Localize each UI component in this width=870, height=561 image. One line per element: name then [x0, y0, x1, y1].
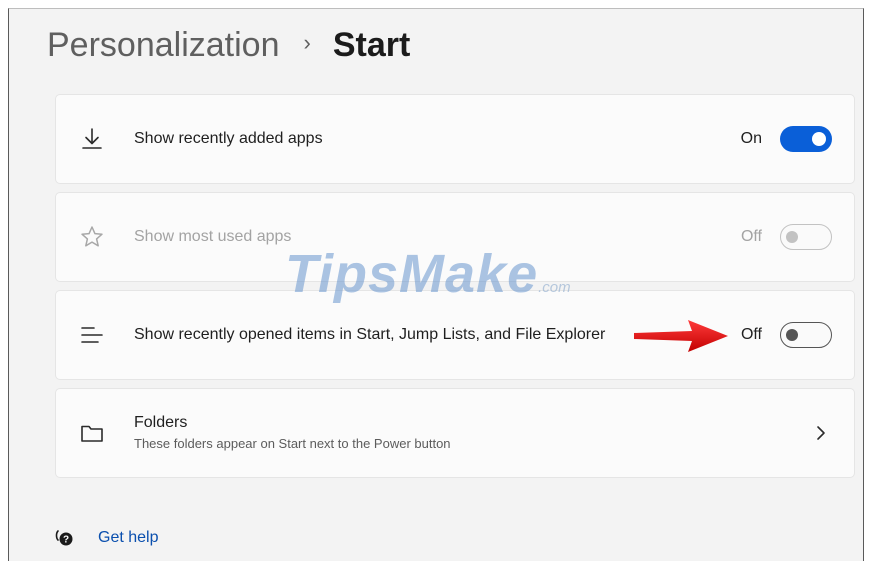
list-icon [78, 321, 106, 349]
setting-label: Show recently opened items in Start, Jum… [134, 326, 606, 343]
recently-opened-items-toggle[interactable] [780, 322, 832, 348]
settings-window: Personalization › Start Show recently ad… [8, 8, 864, 561]
toggle-state-text: Off [740, 326, 762, 343]
folders-title: Folders [134, 414, 188, 431]
folder-icon [78, 419, 106, 447]
folders-description: These folders appear on Start next to th… [134, 436, 451, 451]
folders-link-row[interactable]: Folders These folders appear on Start ne… [55, 388, 855, 478]
get-help-link[interactable]: ? Get help [53, 527, 158, 549]
setting-show-most-used-apps: Show most used apps Off [55, 192, 855, 282]
breadcrumb: Personalization › Start [47, 23, 410, 67]
help-icon: ? [55, 530, 73, 546]
breadcrumb-personalization[interactable]: Personalization [47, 26, 279, 65]
page-title: Start [332, 25, 411, 64]
toggle-knob [786, 231, 798, 243]
most-used-apps-toggle[interactable] [780, 224, 832, 250]
toggle-state-text: Off [740, 228, 762, 245]
toggle-knob [812, 132, 826, 146]
folders-text: Folders These folders appear on Start ne… [134, 412, 624, 454]
setting-show-recently-opened-items: Show recently opened items in Start, Jum… [55, 290, 855, 380]
setting-label: Show recently added apps [134, 130, 323, 147]
toggle-knob [786, 329, 798, 341]
star-icon [78, 223, 106, 251]
breadcrumb-separator: › [303, 30, 311, 55]
toggle-state-text: On [740, 130, 762, 147]
setting-show-recently-added-apps: Show recently added apps On [55, 94, 855, 184]
recently-added-apps-toggle[interactable] [780, 126, 832, 152]
red-arrow-annotation [634, 320, 728, 352]
get-help-label: Get help [98, 529, 159, 546]
chevron-right-icon [817, 426, 825, 440]
download-icon [78, 125, 106, 153]
svg-text:?: ? [63, 535, 69, 546]
setting-label: Show most used apps [134, 228, 292, 245]
